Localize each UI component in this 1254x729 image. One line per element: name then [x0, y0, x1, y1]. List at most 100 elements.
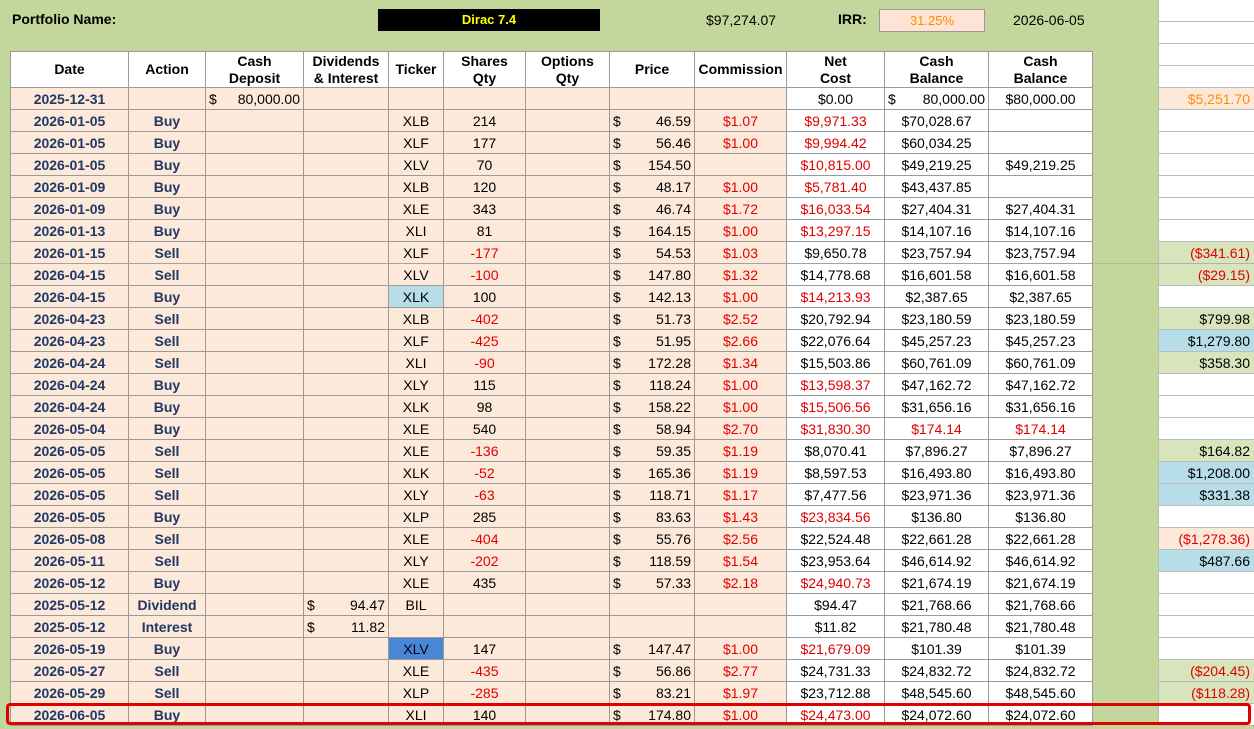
cell-date[interactable]: 2026-01-13 [10, 219, 129, 242]
cell-ticker[interactable]: XLE [388, 197, 444, 220]
cell-options-qty[interactable] [525, 241, 610, 264]
side-gain-loss-cell[interactable]: ($118.28) [1158, 682, 1254, 704]
side-gain-loss-cell[interactable]: $5,251.70 [1158, 88, 1254, 110]
cell-shares-qty[interactable]: -404 [443, 527, 526, 550]
cell-action[interactable] [128, 87, 206, 110]
cell-shares-qty[interactable]: 343 [443, 197, 526, 220]
cell-options-qty[interactable] [525, 307, 610, 330]
cell-price[interactable]: $46.59 [609, 109, 695, 132]
cell-shares-qty[interactable]: -90 [443, 351, 526, 374]
cell-date[interactable]: 2026-04-24 [10, 351, 129, 374]
cell-commission[interactable]: $2.52 [694, 307, 787, 330]
cell-commission[interactable]: $1.97 [694, 681, 787, 704]
cell-cash-balance[interactable]: $80,000.00 [884, 87, 989, 110]
cell-shares-qty[interactable]: 147 [443, 637, 526, 660]
cell-commission[interactable]: $1.19 [694, 461, 787, 484]
cell-options-qty[interactable] [525, 373, 610, 396]
cell-date[interactable]: 2026-01-15 [10, 241, 129, 264]
cell-dividends-interest[interactable] [303, 681, 389, 704]
cell-ticker[interactable]: XLF [388, 131, 444, 154]
cell-action[interactable]: Buy [128, 175, 206, 198]
column-header-net-cost[interactable]: Net Cost [786, 51, 885, 88]
side-gain-loss-cell[interactable]: ($1,278.36) [1158, 528, 1254, 550]
cell-commission[interactable]: $2.18 [694, 571, 787, 594]
cell-date[interactable]: 2025-12-31 [10, 87, 129, 110]
cell-ticker[interactable]: XLE [388, 571, 444, 594]
cell-cash-balance[interactable]: $101.39 [884, 637, 989, 660]
cell-dividends-interest[interactable] [303, 527, 389, 550]
table-row[interactable]: 2026-05-05 Sell XLY -63 $118.71 $1.17 $7,477.5… [10, 483, 1093, 506]
cell-cash-balance[interactable]: $49,219.25 [884, 153, 989, 176]
cell-cash-balance-2[interactable]: $101.39 [988, 637, 1093, 660]
cell-shares-qty[interactable]: -100 [443, 263, 526, 286]
cell-price[interactable]: $118.71 [609, 483, 695, 506]
cell-options-qty[interactable] [525, 351, 610, 374]
cell-shares-qty[interactable]: -402 [443, 307, 526, 330]
cell-cash-balance[interactable]: $23,180.59 [884, 307, 989, 330]
cell-shares-qty[interactable]: -285 [443, 681, 526, 704]
cell-net-cost[interactable]: $14,778.68 [786, 263, 885, 286]
cell-price[interactable] [609, 615, 695, 638]
cell-net-cost[interactable]: $8,597.53 [786, 461, 885, 484]
table-row[interactable]: 2026-05-05 Sell XLK -52 $165.36 $1.19 $8,597.5… [10, 461, 1093, 484]
cell-price[interactable]: $118.24 [609, 373, 695, 396]
column-header-commission[interactable]: Commission [694, 51, 787, 88]
cell-ticker[interactable]: XLK [388, 395, 444, 418]
cell-net-cost[interactable]: $8,070.41 [786, 439, 885, 462]
table-row[interactable]: 2026-01-09 Buy XLE 343 $46.74 $1.72 $16,033.54… [10, 197, 1093, 220]
cell-ticker[interactable]: XLB [388, 175, 444, 198]
cell-cash-balance-2[interactable] [988, 109, 1093, 132]
table-row[interactable]: 2025-05-12 Interest $11.82 $11.82 $21,780.48… [10, 615, 1093, 638]
cell-net-cost[interactable]: $9,650.78 [786, 241, 885, 264]
cell-options-qty[interactable] [525, 527, 610, 550]
cell-cash-balance[interactable]: $16,493.80 [884, 461, 989, 484]
cell-price[interactable]: $142.13 [609, 285, 695, 308]
cell-cash-balance-2[interactable]: $48,545.60 [988, 681, 1093, 704]
cell-date[interactable]: 2026-05-04 [10, 417, 129, 440]
cell-action[interactable]: Buy [128, 505, 206, 528]
cell-cash-balance[interactable]: $2,387.65 [884, 285, 989, 308]
cell-commission[interactable] [694, 87, 787, 110]
cell-cash-balance[interactable]: $46,614.92 [884, 549, 989, 572]
cell-ticker[interactable]: XLI [388, 351, 444, 374]
cell-cash-deposit[interactable] [205, 219, 304, 242]
cell-shares-qty[interactable]: 120 [443, 175, 526, 198]
cell-ticker[interactable]: XLE [388, 659, 444, 682]
table-row[interactable]: 2025-12-31 $80,000.00 $0.00 $80,000.00 $80,0… [10, 87, 1093, 110]
cell-cash-deposit[interactable] [205, 329, 304, 352]
cell-cash-deposit[interactable] [205, 373, 304, 396]
table-row[interactable]: 2026-05-12 Buy XLE 435 $57.33 $2.18 $24,940.73… [10, 571, 1093, 594]
cell-action[interactable]: Buy [128, 219, 206, 242]
cell-cash-deposit[interactable] [205, 131, 304, 154]
cell-action[interactable]: Buy [128, 109, 206, 132]
cell-commission[interactable]: $2.66 [694, 329, 787, 352]
cell-cash-balance[interactable]: $23,757.94 [884, 241, 989, 264]
cell-date[interactable]: 2026-04-23 [10, 329, 129, 352]
cell-dividends-interest[interactable] [303, 461, 389, 484]
cell-cash-balance-2[interactable]: $80,000.00 [988, 87, 1093, 110]
cell-action[interactable]: Dividend [128, 593, 206, 616]
cell-options-qty[interactable] [525, 219, 610, 242]
table-row[interactable]: 2026-04-24 Buy XLK 98 $158.22 $1.00 $15,506.56… [10, 395, 1093, 418]
cell-price[interactable]: $57.33 [609, 571, 695, 594]
side-gain-loss-cell[interactable]: $799.98 [1158, 308, 1254, 330]
cell-action[interactable]: Sell [128, 351, 206, 374]
cell-cash-deposit[interactable] [205, 615, 304, 638]
side-gain-loss-cell[interactable] [1158, 286, 1254, 308]
cell-cash-deposit[interactable] [205, 637, 304, 660]
side-empty-cell[interactable] [1158, 22, 1254, 44]
cell-date[interactable]: 2026-01-05 [10, 109, 129, 132]
cell-shares-qty[interactable]: 115 [443, 373, 526, 396]
cell-date[interactable]: 2025-05-12 [10, 615, 129, 638]
column-header-options-qty[interactable]: Options Qty [525, 51, 610, 88]
cell-price[interactable]: $51.73 [609, 307, 695, 330]
cell-dividends-interest[interactable] [303, 109, 389, 132]
table-row[interactable]: 2025-05-12 Dividend $94.47 BIL $94.47 $21,768… [10, 593, 1093, 616]
cell-cash-balance-2[interactable]: $174.14 [988, 417, 1093, 440]
cell-action[interactable]: Buy [128, 571, 206, 594]
cell-dividends-interest[interactable] [303, 373, 389, 396]
cell-commission[interactable]: $1.00 [694, 395, 787, 418]
side-gain-loss-cell[interactable] [1158, 594, 1254, 616]
cell-commission[interactable]: $2.70 [694, 417, 787, 440]
cell-date[interactable]: 2026-04-15 [10, 263, 129, 286]
